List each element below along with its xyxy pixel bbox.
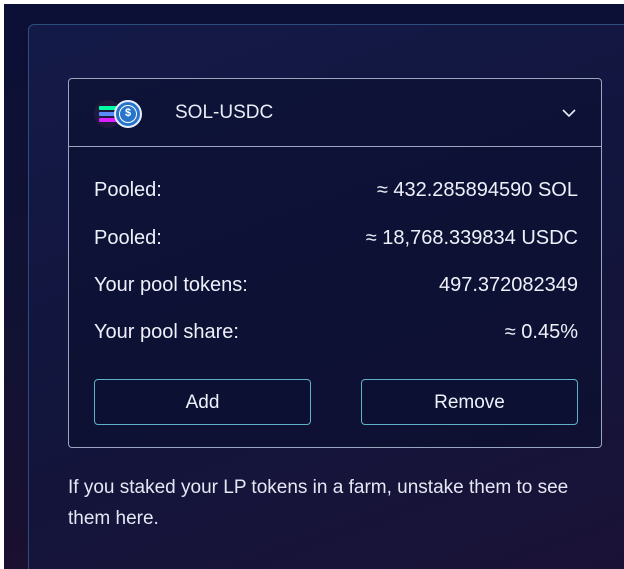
pool-share-row: Your pool share: ≈ 0.45% bbox=[94, 321, 578, 351]
app-frame: $ SOL-USDC Pooled: ≈ 432.285894590 SOL P… bbox=[4, 4, 624, 569]
chevron-down-icon[interactable] bbox=[561, 105, 577, 121]
pool-tokens-row: Your pool tokens: 497.372082349 bbox=[94, 274, 578, 304]
stat-value: ≈ 0.45% bbox=[504, 321, 578, 343]
pool-card: $ SOL-USDC Pooled: ≈ 432.285894590 SOL P… bbox=[68, 78, 602, 448]
usdc-dollar-glyph: $ bbox=[119, 105, 137, 123]
unstake-hint-text: If you staked your LP tokens in a farm, … bbox=[68, 477, 569, 529]
pooled-sol-row: Pooled: ≈ 432.285894590 SOL bbox=[94, 179, 578, 209]
pool-header-toggle[interactable]: $ SOL-USDC bbox=[69, 79, 601, 147]
stat-label: Your pool share: bbox=[94, 321, 239, 343]
pool-name: SOL-USDC bbox=[175, 102, 274, 123]
stat-value: ≈ 432.285894590 SOL bbox=[376, 179, 578, 201]
add-button[interactable]: Add bbox=[94, 379, 311, 425]
usdc-icon: $ bbox=[114, 100, 142, 128]
pooled-usdc-row: Pooled: ≈ 18,768.339834 USDC bbox=[94, 227, 578, 257]
stat-label: Pooled: bbox=[94, 179, 162, 201]
stat-label: Pooled: bbox=[94, 227, 162, 249]
stat-value: 497.372082349 bbox=[438, 274, 578, 296]
stat-label: Your pool tokens: bbox=[94, 274, 248, 296]
remove-button[interactable]: Remove bbox=[361, 379, 578, 425]
stat-value: ≈ 18,768.339834 USDC bbox=[365, 227, 578, 249]
